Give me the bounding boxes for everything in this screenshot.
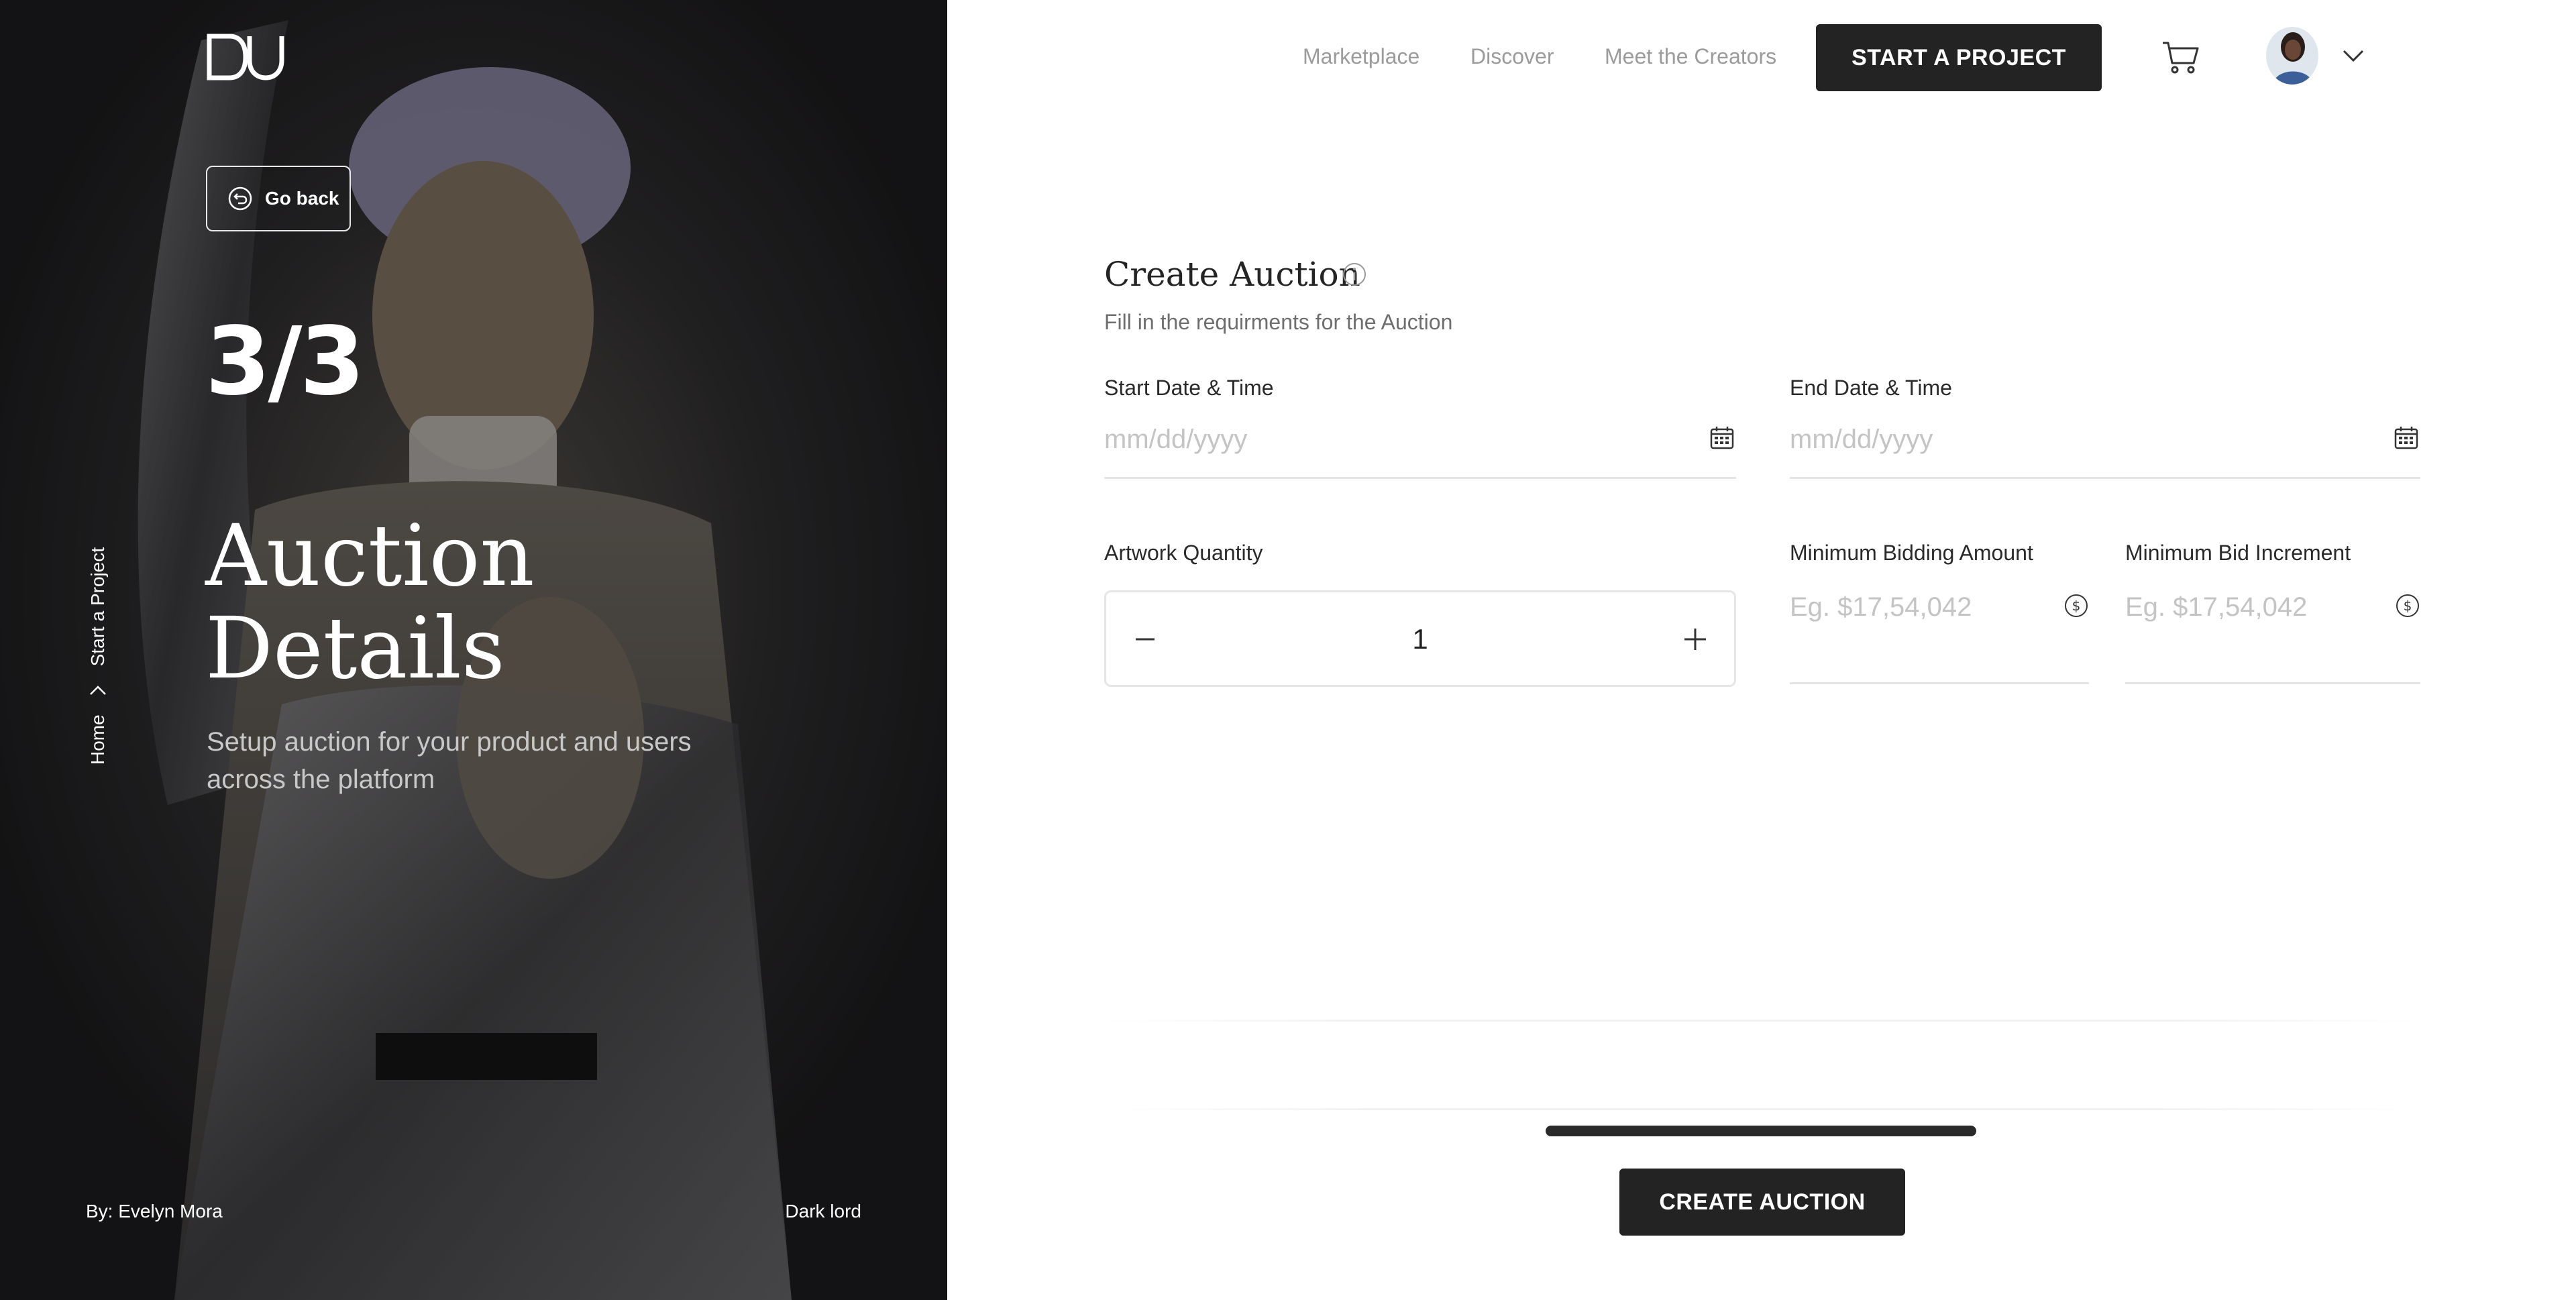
avatar[interactable] [2266,27,2318,85]
undo-icon [228,186,252,211]
bid-increment-label: Minimum Bid Increment [2125,541,2351,565]
start-project-button[interactable]: START A PROJECT [1816,24,2102,91]
page-subtitle: Setup auction for your product and users… [207,727,692,794]
min-bid-input[interactable] [1790,584,2089,631]
step-indicator: 3/3 [205,307,365,417]
page-title-line-2: Details [205,599,505,698]
form-title: Create Auction [1104,255,1360,294]
progress-bar [1546,1126,1976,1136]
bid-increment-field: $ [2125,584,2420,684]
artwork-name: Dark lord [785,1201,861,1222]
quantity-stepper: 1 [1104,590,1736,687]
cart-icon[interactable] [2160,36,2200,76]
start-date-input[interactable] [1104,416,1736,463]
nav-link-marketplace[interactable]: Marketplace [1303,44,1419,69]
svg-text:$: $ [2404,598,2412,614]
go-back-button[interactable]: Go back [206,166,351,231]
chevron-down-icon[interactable] [2340,43,2367,70]
nav-link-meet-creators[interactable]: Meet the Creators [1605,44,1776,69]
nav-link-discover[interactable]: Discover [1470,44,1554,69]
info-icon[interactable] [1342,262,1367,287]
min-bid-label: Minimum Bidding Amount [1790,541,2033,565]
end-date-input[interactable] [1790,416,2420,463]
plus-icon[interactable] [1675,619,1715,659]
form-subtitle: Fill in the requirments for the Auction [1104,310,1453,334]
divider [1104,1020,2419,1022]
bid-increment-input[interactable] [2125,584,2420,631]
chevron-right-icon [90,686,106,696]
quantity-value[interactable]: 1 [1106,623,1734,655]
hero-panel: Go back 3/3 Auction Details Setup auctio… [0,0,947,1300]
artist-credit: By: Evelyn Mora [86,1201,223,1222]
calendar-icon[interactable] [2394,425,2419,451]
breadcrumb: Home Start a Project [87,547,109,765]
go-back-label: Go back [265,188,339,209]
page-title-line-1: Auction [205,506,535,605]
create-auction-button[interactable]: CREATE AUCTION [1619,1169,1905,1236]
calendar-icon[interactable] [1709,425,1735,451]
page-title: Auction Details [205,510,809,695]
start-date-label: Start Date & Time [1104,376,1274,400]
end-date-label: End Date & Time [1790,376,1952,400]
end-date-field [1790,416,2420,479]
svg-text:$: $ [2072,598,2081,614]
dollar-icon: $ [2065,594,2088,617]
dv-logo[interactable] [207,34,284,80]
breadcrumb-current: Start a Project [87,547,108,667]
divider [1104,1108,2419,1110]
quantity-label: Artwork Quantity [1104,541,1263,565]
min-bid-field: $ [1790,584,2089,684]
top-nav: Marketplace Discover Meet the Creators S… [947,0,2576,114]
dollar-icon: $ [2396,594,2419,617]
start-date-field [1104,416,1736,479]
breadcrumb-home[interactable]: Home [87,714,109,765]
